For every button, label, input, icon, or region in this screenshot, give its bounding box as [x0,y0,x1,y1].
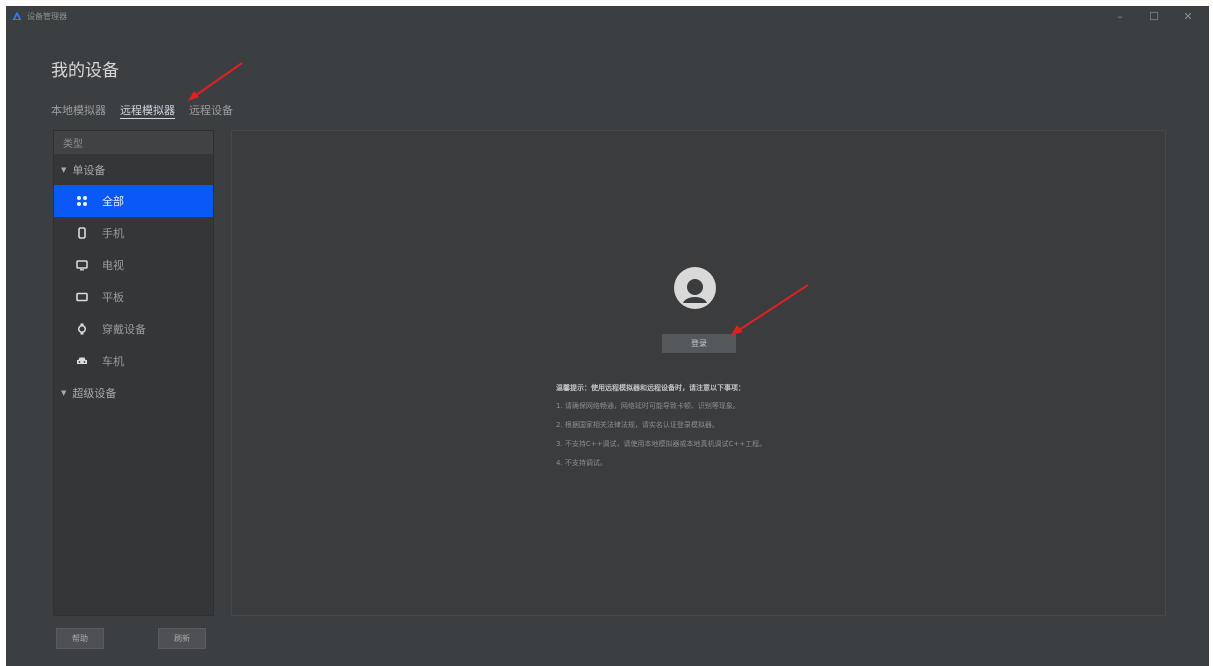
refresh-button[interactable]: 刷新 [158,628,206,649]
notice-block: 温馨提示：使用远程模拟器和远程设备时，请注意以下事项： 1. 请确保网络畅通，网… [556,383,876,477]
sidebar-item-all[interactable]: 全部 [54,185,213,217]
login-button[interactable]: 登录 [662,334,736,353]
group-super-device[interactable]: ▼ 超级设备 [54,377,213,408]
notice-line: 1. 请确保网络畅通，网络延时可能导致卡顿、识别等现象。 [556,402,740,410]
tab-local-emulator[interactable]: 本地模拟器 [51,102,106,119]
device-tabs: 本地模拟器 远程模拟器 远程设备 [51,102,247,119]
user-avatar-icon [674,267,716,309]
page-title: 我的设备 [51,61,119,81]
sidebar-item-wearable[interactable]: 穿戴设备 [54,313,213,345]
annotation-arrow-icon [188,62,243,101]
notice-title: 温馨提示：使用远程模拟器和远程设备时，请注意以下事项： [556,384,745,392]
tv-icon [76,259,88,271]
window-controls: – ☐ ✕ [1103,6,1205,26]
sidebar-item-tv[interactable]: 电视 [54,249,213,281]
phone-icon [76,227,88,239]
notice-line: 4. 不支持调试。 [556,459,607,467]
annotation-arrow-icon [731,284,809,335]
sidebar-header: 类型 [54,131,213,154]
tab-remote-emulator[interactable]: 远程模拟器 [120,102,175,119]
sidebar-item-label: 手机 [102,227,124,240]
sidebar-item-label: 平板 [102,291,124,304]
caret-down-icon: ▼ [61,388,67,397]
grid-icon [76,195,88,207]
minimize-button[interactable]: – [1103,6,1137,26]
maximize-button[interactable]: ☐ [1137,6,1171,26]
sidebar-item-car[interactable]: 车机 [54,345,213,377]
sidebar-item-label: 电视 [102,259,124,272]
sidebar-item-phone[interactable]: 手机 [54,217,213,249]
device-manager-window: 设备管理器 – ☐ ✕ 我的设备 本地模拟器 远程模拟器 远程设备 类型 ▼ 单… [6,6,1209,666]
device-type-sidebar: 类型 ▼ 单设备 全部 手机 电视 平板 穿戴设备 车机 ▼ 超级设备 [53,130,214,616]
sidebar-item-label: 车机 [102,355,124,368]
help-button[interactable]: 帮助 [56,628,104,649]
caret-down-icon: ▼ [61,165,67,174]
car-icon [76,355,88,367]
group-label: 超级设备 [72,386,117,400]
watch-icon [76,323,88,335]
sidebar-item-label: 全部 [102,195,124,208]
group-single-device[interactable]: ▼ 单设备 [54,154,213,185]
tab-remote-device[interactable]: 远程设备 [189,102,233,119]
sidebar-item-tablet[interactable]: 平板 [54,281,213,313]
remote-emulator-panel: 登录 温馨提示：使用远程模拟器和远程设备时，请注意以下事项： 1. 请确保网络畅… [231,130,1166,616]
close-button[interactable]: ✕ [1171,6,1205,26]
sidebar-item-label: 穿戴设备 [102,323,146,336]
title-bar: 设备管理器 – ☐ ✕ [6,6,1209,26]
window-title: 设备管理器 [27,11,67,21]
group-label: 单设备 [72,163,106,177]
app-logo-icon [12,11,22,20]
notice-line: 3. 不支持C++调试，请使用本地模拟器或本地真机调试C++工程。 [556,440,767,448]
tablet-icon [76,291,88,303]
notice-line: 2. 根据国家相关法律法规，请实名认证登录模拟器。 [556,421,719,429]
